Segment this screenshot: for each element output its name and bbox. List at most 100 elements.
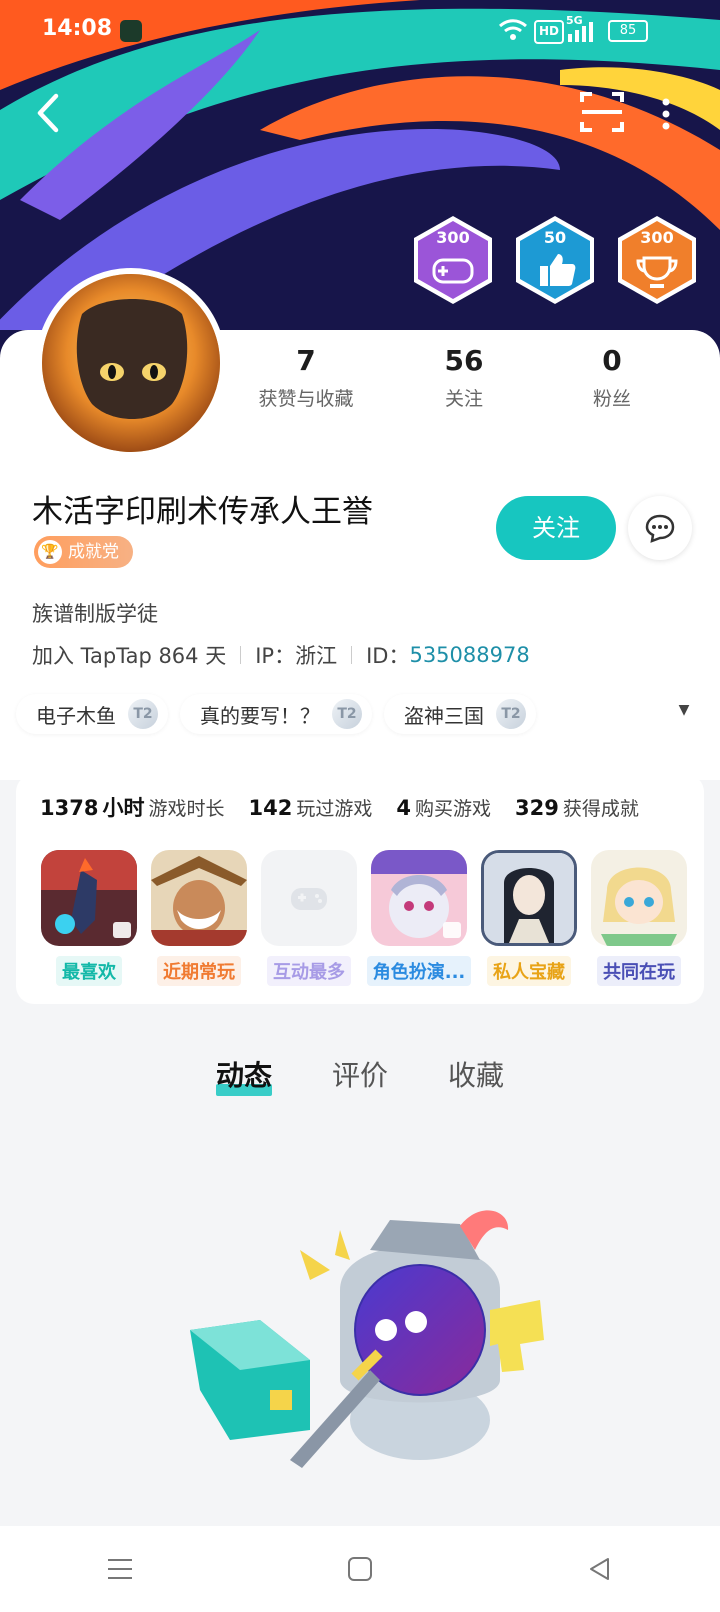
- stat-followers-label[interactable]: 粉丝: [532, 384, 692, 411]
- stat-likes-value[interactable]: 7: [226, 344, 386, 377]
- game-icon: [41, 850, 137, 946]
- playtime-unit: 小时: [102, 796, 145, 820]
- game-icon: [371, 850, 467, 946]
- status-time: 14:08: [42, 16, 113, 41]
- scan-icon: [580, 92, 624, 132]
- playtime-value: 1378: [40, 796, 99, 820]
- avatar-image: [42, 274, 220, 452]
- status-bar: 14:08 HD 5G 85: [0, 0, 720, 62]
- game-icon-art: [41, 850, 137, 946]
- achievements-value: 329: [514, 796, 559, 820]
- badge-thumbs-up[interactable]: 50: [512, 214, 598, 306]
- trophy-icon: 🏆: [38, 540, 62, 564]
- wifi-icon: [499, 19, 527, 40]
- home-button[interactable]: [330, 1539, 390, 1599]
- back-button[interactable]: [30, 88, 70, 138]
- game-tag[interactable]: 电子木鱼 T2: [16, 694, 168, 734]
- bought-stat[interactable]: 4 购买游戏: [396, 794, 491, 821]
- tier-badge-icon: T2: [128, 699, 158, 729]
- game-icon-art: [151, 850, 247, 946]
- stat-followers-value[interactable]: 0: [532, 344, 692, 377]
- game-icon-art: [591, 850, 687, 946]
- achievement-tag[interactable]: 🏆 成就党: [34, 536, 133, 568]
- playtime-label: 游戏时长: [148, 798, 225, 820]
- game-private-treasure[interactable]: 私人宝藏: [474, 850, 584, 986]
- achievement-tag-label: 成就党: [68, 542, 119, 562]
- game-recent[interactable]: 近期常玩: [144, 850, 254, 986]
- game-icon: [591, 850, 687, 946]
- played-label: 玩过游戏: [296, 798, 373, 820]
- divider: [240, 646, 242, 664]
- id-label: ID：: [366, 644, 410, 668]
- achievements-stat[interactable]: 329 获得成就: [515, 794, 639, 821]
- game-tag[interactable]: 盗神三国 T2: [384, 694, 536, 734]
- badge-number: 300: [436, 228, 470, 247]
- game-icon: [151, 850, 247, 946]
- game-tag-label: 电子木鱼: [36, 703, 116, 728]
- bio-text: 族谱制版学徒: [32, 602, 158, 626]
- game-playing-together[interactable]: 共同在玩: [584, 850, 694, 986]
- game-tag-label: 真的要写！？: [200, 703, 320, 728]
- game-category-label: 角色扮演...: [366, 956, 472, 986]
- badge-gamepad[interactable]: 300: [410, 214, 496, 306]
- hd-indicator: HD: [534, 20, 565, 44]
- menu-lines-icon: [108, 1559, 132, 1579]
- played-stat[interactable]: 142 玩过游戏: [248, 794, 372, 821]
- games-summary-card: 1378 小时 游戏时长 142 玩过游戏 4 购买游戏 329 获得成就 最喜欢: [16, 774, 704, 1004]
- game-favorite[interactable]: 最喜欢: [34, 850, 144, 986]
- signal-icon: [568, 22, 593, 42]
- game-most-interactive[interactable]: 互动最多: [254, 850, 364, 986]
- featured-games-row: 最喜欢 近期常玩 互动最多 角色扮演... 私人宝藏 共同在玩: [34, 850, 694, 986]
- gamepad-icon: [291, 888, 327, 910]
- game-tag-label: 盗神三国: [404, 703, 484, 728]
- id-value[interactable]: 535088978: [409, 643, 529, 667]
- back-arrow-icon: [37, 93, 59, 133]
- chat-bubble-icon: [645, 514, 675, 543]
- tab-reviews[interactable]: 评价: [332, 1054, 388, 1102]
- more-vertical-icon: [662, 98, 670, 130]
- game-category-label: 近期常玩: [157, 956, 241, 986]
- game-category-label: 互动最多: [267, 956, 351, 986]
- system-nav-bar: [0, 1526, 720, 1612]
- profile-info-row: 加入 TapTap 864 天 IP：浙江 ID： 535088978: [32, 640, 530, 670]
- bought-value: 4: [396, 796, 411, 820]
- back-nav-button[interactable]: [570, 1539, 630, 1599]
- app-notification-icon: [120, 20, 142, 42]
- content-tabs: 动态 评价 收藏: [0, 1054, 720, 1102]
- message-button[interactable]: [628, 496, 692, 560]
- empty-state-illustration: [190, 1210, 550, 1470]
- avatar[interactable]: [36, 268, 226, 458]
- stat-following-value[interactable]: 56: [384, 344, 544, 377]
- stat-likes-label[interactable]: 获赞与收藏: [226, 384, 386, 411]
- game-category-label: 最喜欢: [56, 956, 122, 986]
- game-rpg[interactable]: 角色扮演...: [364, 850, 474, 986]
- game-icon-placeholder: [261, 850, 357, 946]
- ip-location: IP：浙江: [255, 644, 338, 668]
- home-square-icon: [348, 1557, 372, 1581]
- tab-posts[interactable]: 动态: [215, 1054, 272, 1102]
- battery-indicator: 85: [608, 20, 648, 42]
- username: 木活字印刷术传承人王誉: [32, 494, 373, 530]
- game-tags-row: 电子木鱼 T2 真的要写！？ T2 盗神三国 T2: [16, 694, 548, 734]
- played-value: 142: [248, 796, 293, 820]
- tab-favorites[interactable]: 收藏: [448, 1054, 504, 1102]
- game-category-label: 共同在玩: [597, 956, 681, 986]
- stat-following-label[interactable]: 关注: [384, 384, 544, 411]
- knight-mascot-icon: [190, 1210, 544, 1468]
- scan-button[interactable]: [578, 88, 626, 136]
- badge-number: 50: [543, 228, 567, 247]
- game-icon: [481, 850, 577, 946]
- menu-button[interactable]: [90, 1539, 150, 1599]
- expand-tags-button[interactable]: ▼: [672, 702, 696, 726]
- bought-label: 购买游戏: [414, 798, 491, 820]
- achievements-label: 获得成就: [562, 798, 639, 820]
- more-button[interactable]: [656, 94, 676, 134]
- badge-trophy[interactable]: 300: [614, 214, 700, 306]
- playtime-stat[interactable]: 1378 小时 游戏时长: [40, 792, 224, 822]
- game-stats-row: 1378 小时 游戏时长 142 玩过游戏 4 购买游戏 329 获得成就: [40, 792, 663, 822]
- follow-button[interactable]: 关注: [496, 496, 616, 560]
- game-tag[interactable]: 真的要写！？ T2: [180, 694, 372, 734]
- game-category-label: 私人宝藏: [487, 956, 571, 986]
- join-days: 加入 TapTap 864 天: [32, 644, 227, 668]
- tier-badge-icon: T2: [496, 699, 526, 729]
